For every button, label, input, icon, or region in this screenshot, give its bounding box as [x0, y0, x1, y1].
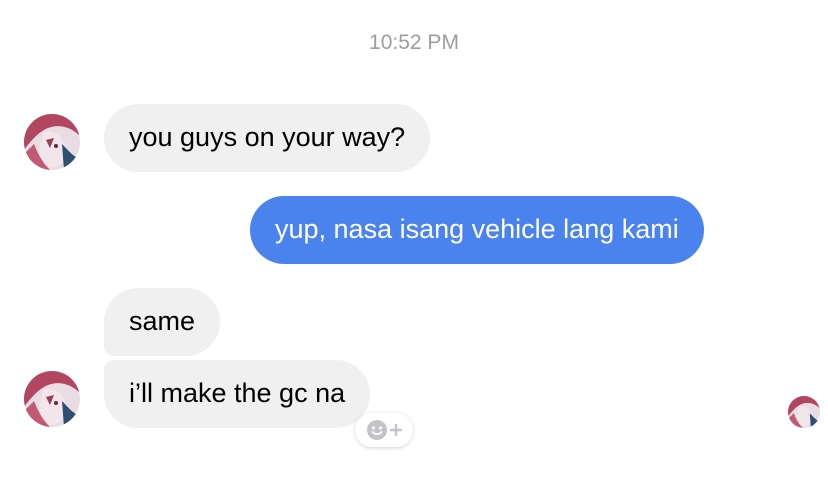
smiley-icon — [367, 420, 387, 440]
chat-thread: 10:52 PM you guys on your way? yup, nasa… — [0, 0, 828, 477]
outgoing-message-bubble[interactable]: yup, nasa isang vehicle lang kami — [250, 196, 704, 264]
message-timestamp: 10:52 PM — [369, 31, 459, 54]
plus-icon — [390, 424, 402, 436]
add-reaction-button[interactable] — [355, 413, 413, 447]
incoming-message-bubble[interactable]: same — [104, 288, 221, 356]
sender-avatar-icon[interactable] — [24, 371, 80, 427]
incoming-message-bubble[interactable]: you guys on your way? — [104, 104, 431, 172]
incoming-message-bubble[interactable]: i’ll make the gc na — [104, 360, 371, 428]
seen-avatar-icon — [788, 396, 820, 428]
sender-avatar-icon[interactable] — [24, 114, 80, 170]
